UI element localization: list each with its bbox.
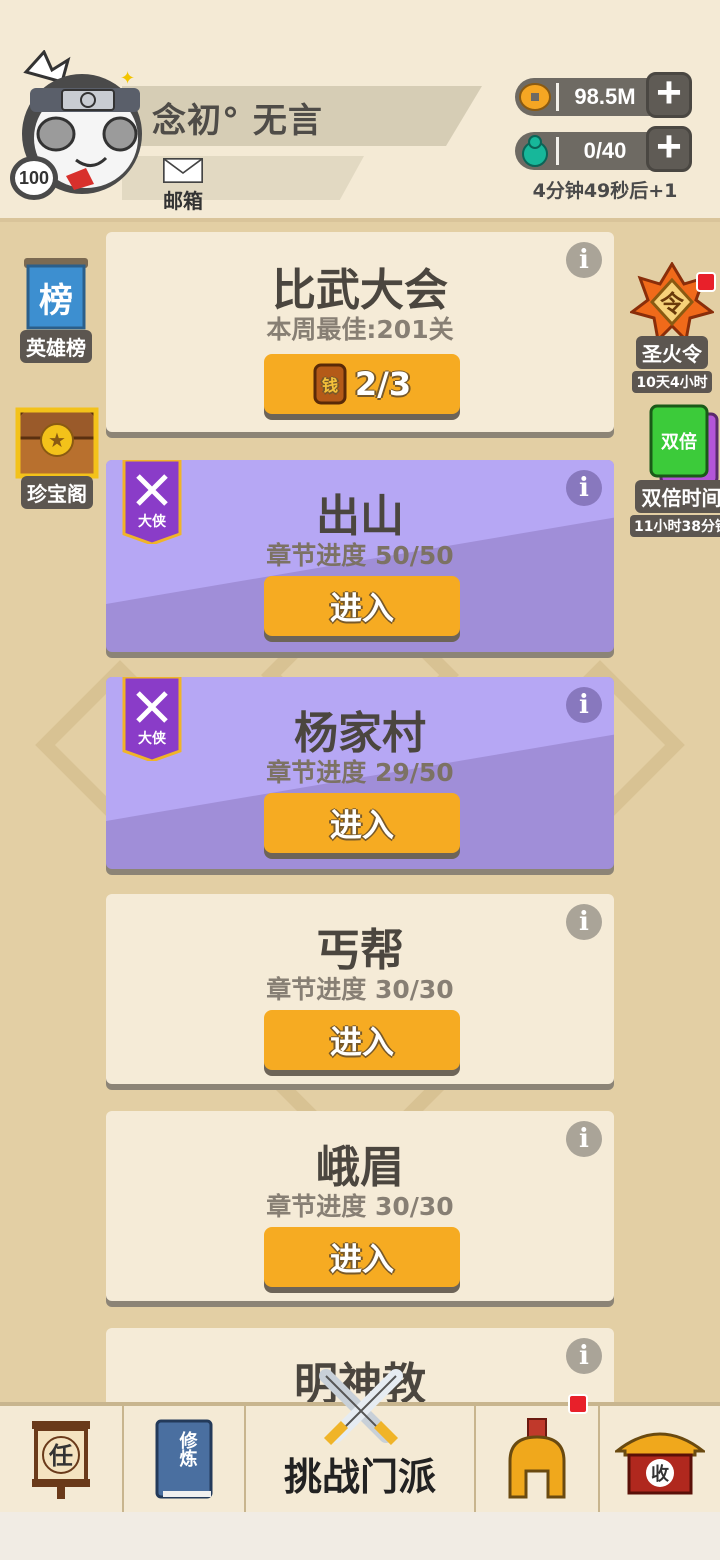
coin-icon xyxy=(519,83,551,111)
sect-card: 大侠 i 出山 章节进度 50/50 进入 xyxy=(106,460,614,652)
challenge-sect-label: 挑战门派 xyxy=(283,1455,436,1499)
cultivation-book-icon: 修炼 xyxy=(155,1419,213,1499)
notification-dot xyxy=(696,272,716,292)
stamina-value: 0/40 xyxy=(583,138,627,163)
double-glyph: 双倍 xyxy=(661,431,697,453)
plus-icon: + xyxy=(656,122,682,171)
player-name: 念初° 无言 xyxy=(152,101,323,141)
holy-fire-order-timer: 10天4小时 xyxy=(632,371,712,393)
stamina-timer: 4分钟49秒后+1 xyxy=(532,180,678,202)
sect-card: 大侠 i 杨家村 章节进度 29/50 进入 xyxy=(106,677,614,869)
holy-fire-order-button[interactable]: 令 圣火令 10天4小时 xyxy=(630,262,716,393)
stamina-divider xyxy=(556,137,559,165)
envelope-icon xyxy=(163,158,203,183)
nav-tasks[interactable]: 任 xyxy=(0,1406,124,1512)
hero-ranking-button[interactable]: 榜 英雄榜 xyxy=(16,256,96,363)
double-card-icon: 双倍 xyxy=(649,404,719,486)
svg-text:✦: ✦ xyxy=(120,68,135,89)
sect-name: 丐帮 xyxy=(316,925,404,976)
top-header: ✦ 100 念初° 无言 邮箱 98.5M + 0/40 + 4分钟49秒后+1 xyxy=(0,0,720,222)
double-time-button[interactable]: 双倍 双倍时间 11小时38分钟 xyxy=(630,404,720,537)
add-coins-button[interactable]: + xyxy=(646,68,692,118)
enter-button[interactable]: 进入 xyxy=(264,1227,460,1287)
double-time-label: 双倍时间 xyxy=(635,480,720,513)
nav-cultivate[interactable]: 修炼 xyxy=(124,1406,246,1512)
notification-dot xyxy=(568,1394,588,1414)
order-glyph: 令 xyxy=(660,290,685,318)
sect-card: i 丐帮 章节进度 30/30 进入 xyxy=(106,894,614,1084)
ranking-glyph: 榜 xyxy=(39,281,73,321)
ranking-scroll-icon: 榜 xyxy=(24,258,88,330)
treasure-pavilion-button[interactable]: ★ 珍宝阁 xyxy=(14,400,100,509)
mailbox-label: 邮箱 xyxy=(163,189,203,213)
svg-text:★: ★ xyxy=(48,428,66,452)
task-signboard-icon: 任 xyxy=(32,1421,90,1499)
double-time-timer: 11小时38分钟 xyxy=(630,515,720,537)
tournament-card: i 比武大会 本周最佳:201关 钱 2/3 xyxy=(106,232,614,432)
helmet-icon xyxy=(508,1418,566,1499)
mailbox-button[interactable]: 邮箱 xyxy=(156,158,210,214)
sect-progress: 章节进度 30/30 xyxy=(266,975,454,1004)
nav-challenge-sect[interactable]: 挑战门派 xyxy=(246,1369,476,1512)
holy-fire-order-label: 圣火令 xyxy=(636,336,708,369)
ticket-icon: 钱 xyxy=(313,363,347,405)
task-glyph: 任 xyxy=(48,1442,73,1470)
add-stamina-button[interactable]: + xyxy=(646,122,692,172)
sect-progress: 章节进度 29/50 xyxy=(266,758,454,787)
system-gesture-bar xyxy=(0,1512,720,1560)
enter-button[interactable]: 进入 xyxy=(264,793,460,853)
tournament-tickets: 2/3 xyxy=(354,365,412,403)
enter-button[interactable]: 进入 xyxy=(264,1010,460,1070)
enter-button[interactable]: 进入 xyxy=(264,576,460,636)
coins-value: 98.5M xyxy=(574,84,636,109)
treasure-chest-icon: ★ xyxy=(15,407,99,479)
hero-ranking-label: 英雄榜 xyxy=(20,330,92,363)
collect-glyph: 收 xyxy=(651,1463,669,1485)
tournament-tickets-button[interactable]: 钱 2/3 xyxy=(264,354,460,414)
sect-card: i 峨眉 章节进度 30/30 进入 xyxy=(106,1111,614,1301)
sect-name: 峨眉 xyxy=(316,1142,404,1193)
crossed-swords-icon xyxy=(319,1369,403,1446)
gourd-icon xyxy=(522,135,548,167)
tournament-best: 本周最佳:201关 xyxy=(266,315,454,344)
sect-name: 出山 xyxy=(316,491,404,542)
tournament-title: 比武大会 xyxy=(272,265,448,316)
ticket-glyph: 钱 xyxy=(322,376,338,395)
nav-equipment[interactable] xyxy=(476,1394,600,1512)
sect-name: 杨家村 xyxy=(294,708,426,759)
cultivate-glyph: 修炼 xyxy=(177,1430,199,1468)
nav-collect[interactable]: 收 xyxy=(600,1406,720,1512)
sect-progress: 章节进度 50/50 xyxy=(266,541,454,570)
treasure-pavilion-label: 珍宝阁 xyxy=(21,476,93,509)
coins-divider xyxy=(556,83,559,111)
sect-progress: 章节进度 30/30 xyxy=(266,1192,454,1221)
pavilion-collect-icon: 收 xyxy=(615,1432,705,1495)
bottom-navigation: 任 修炼 挑战门派 收 xyxy=(0,1369,720,1512)
player-level-badge: 100 xyxy=(10,156,58,200)
plus-icon: + xyxy=(656,68,682,117)
